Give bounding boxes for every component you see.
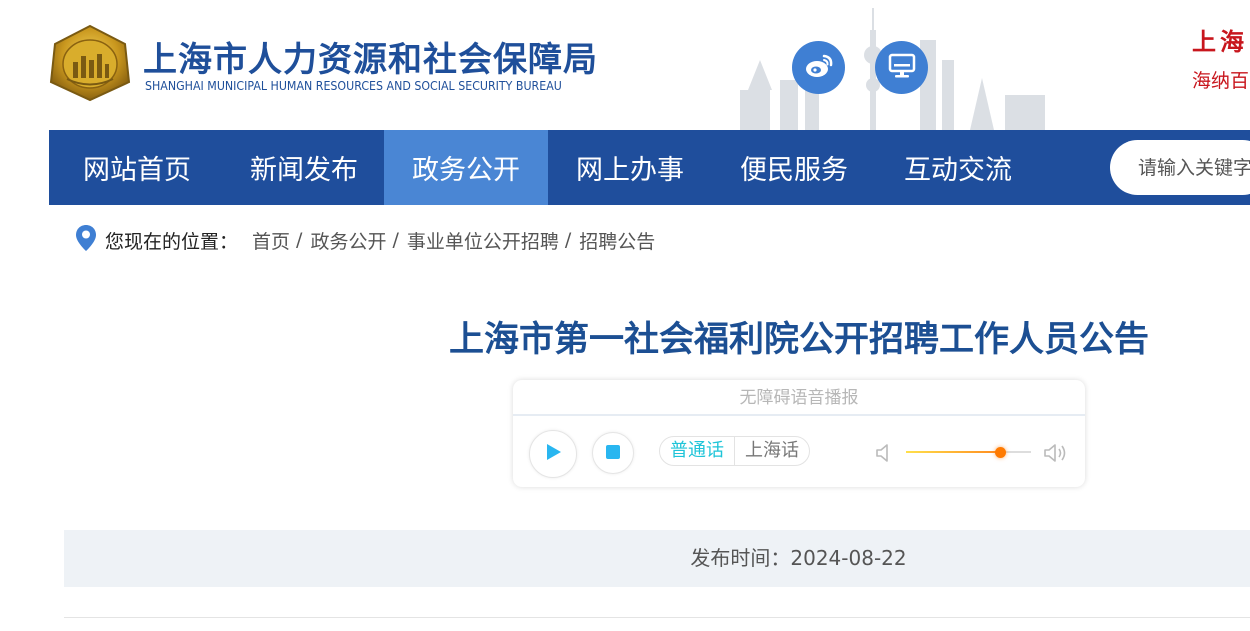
search-input[interactable] <box>1110 140 1250 195</box>
pc-version-button[interactable] <box>875 41 928 94</box>
article-title: 上海市第一社会福利院公开招聘工作人员公告 <box>448 320 1149 360</box>
breadcrumb-government-affairs[interactable]: 政务公开 <box>310 227 386 254</box>
breadcrumb-separator: / <box>392 229 399 251</box>
breadcrumb-label: 您现在的位置： <box>105 230 239 253</box>
weibo-button[interactable] <box>792 41 845 94</box>
stop-icon <box>606 444 620 463</box>
location-pin-icon <box>75 224 97 257</box>
breadcrumb-recruitment-notice[interactable]: 招聘公告 <box>579 227 655 254</box>
breadcrumb-separator: / <box>296 229 303 251</box>
main-navigation: 网站首页 新闻发布 政务公开 网上办事 便民服务 互动交流 <box>49 130 1250 205</box>
nav-item-news[interactable]: 新闻发布 <box>225 130 383 205</box>
stop-button[interactable] <box>592 432 634 474</box>
volume-slider-knob[interactable] <box>994 447 1006 458</box>
slogan-line-2: 海纳百 <box>1192 70 1250 92</box>
mandarin-option[interactable]: 普通话 <box>660 437 735 465</box>
volume-slider[interactable] <box>906 446 1031 458</box>
breadcrumb: 您现在的位置： 首页 / 政务公开 / 事业单位公开招聘 / 招聘公告 <box>75 224 655 257</box>
site-title-english: SHANGHAI MUNICIPAL HUMAN RESOURCES AND S… <box>145 79 562 93</box>
site-title-chinese: 上海市人力资源和社会保障局 <box>143 40 598 80</box>
play-icon <box>543 442 563 466</box>
breadcrumb-separator: / <box>564 229 572 251</box>
nav-item-home[interactable]: 网站首页 <box>49 130 225 205</box>
volume-high-icon[interactable] <box>1043 442 1069 468</box>
nav-item-public-services[interactable]: 便民服务 <box>712 130 876 205</box>
breadcrumb-public-recruitment[interactable]: 事业单位公开招聘 <box>407 227 559 254</box>
bureau-emblem-logo <box>49 24 131 102</box>
dialect-toggle: 普通话 上海话 <box>659 436 810 466</box>
publish-date: 2024-08-22 <box>790 546 907 570</box>
weibo-icon <box>804 53 834 83</box>
accessibility-audio-player: 无障碍语音播报 普通话 上海话 <box>513 380 1085 487</box>
volume-low-icon[interactable] <box>875 442 893 468</box>
volume-slider-fill <box>906 451 1000 453</box>
publish-time: 发布时间：2024-08-22 <box>64 530 1250 587</box>
nav-item-interaction[interactable]: 互动交流 <box>876 130 1040 205</box>
publish-info-bar: 发布时间：2024-08-22 <box>64 530 1250 587</box>
slogan-line-1: 上海 <box>1192 27 1248 56</box>
nav-item-online-services[interactable]: 网上办事 <box>548 130 712 205</box>
audio-player-header: 无障碍语音播报 <box>513 380 1085 416</box>
nav-item-government-affairs[interactable]: 政务公开 <box>384 130 548 205</box>
breadcrumb-home[interactable]: 首页 <box>252 227 290 254</box>
play-button[interactable] <box>529 430 577 478</box>
site-header: 上海市人力资源和社会保障局 SHANGHAI MUNICIPAL HUMAN R… <box>0 0 1250 130</box>
computer-monitor-icon <box>888 53 916 83</box>
content-divider <box>64 617 1250 618</box>
publish-time-label: 发布时间： <box>690 546 791 570</box>
shanghainese-option[interactable]: 上海话 <box>735 437 809 465</box>
